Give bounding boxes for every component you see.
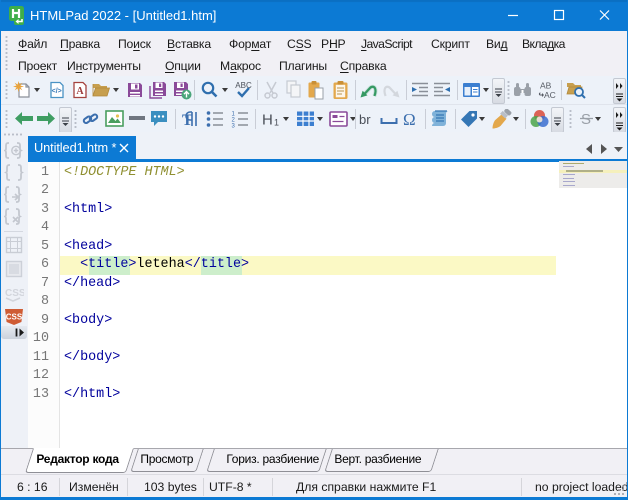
svg-text:3: 3: [232, 124, 236, 129]
svg-text:A: A: [76, 86, 84, 97]
svg-text:AB: AB: [540, 81, 552, 91]
svg-text:</>: </>: [52, 88, 62, 95]
svg-text:1: 1: [274, 118, 279, 128]
svg-text:S: S: [581, 111, 591, 128]
svg-text:br: br: [359, 112, 371, 127]
svg-text:AC: AC: [544, 90, 556, 100]
svg-text:Ω: Ω: [403, 110, 416, 129]
svg-text:CSS: CSS: [6, 313, 23, 322]
svg-text:CSS: CSS: [5, 288, 24, 299]
svg-text:H: H: [262, 112, 273, 129]
